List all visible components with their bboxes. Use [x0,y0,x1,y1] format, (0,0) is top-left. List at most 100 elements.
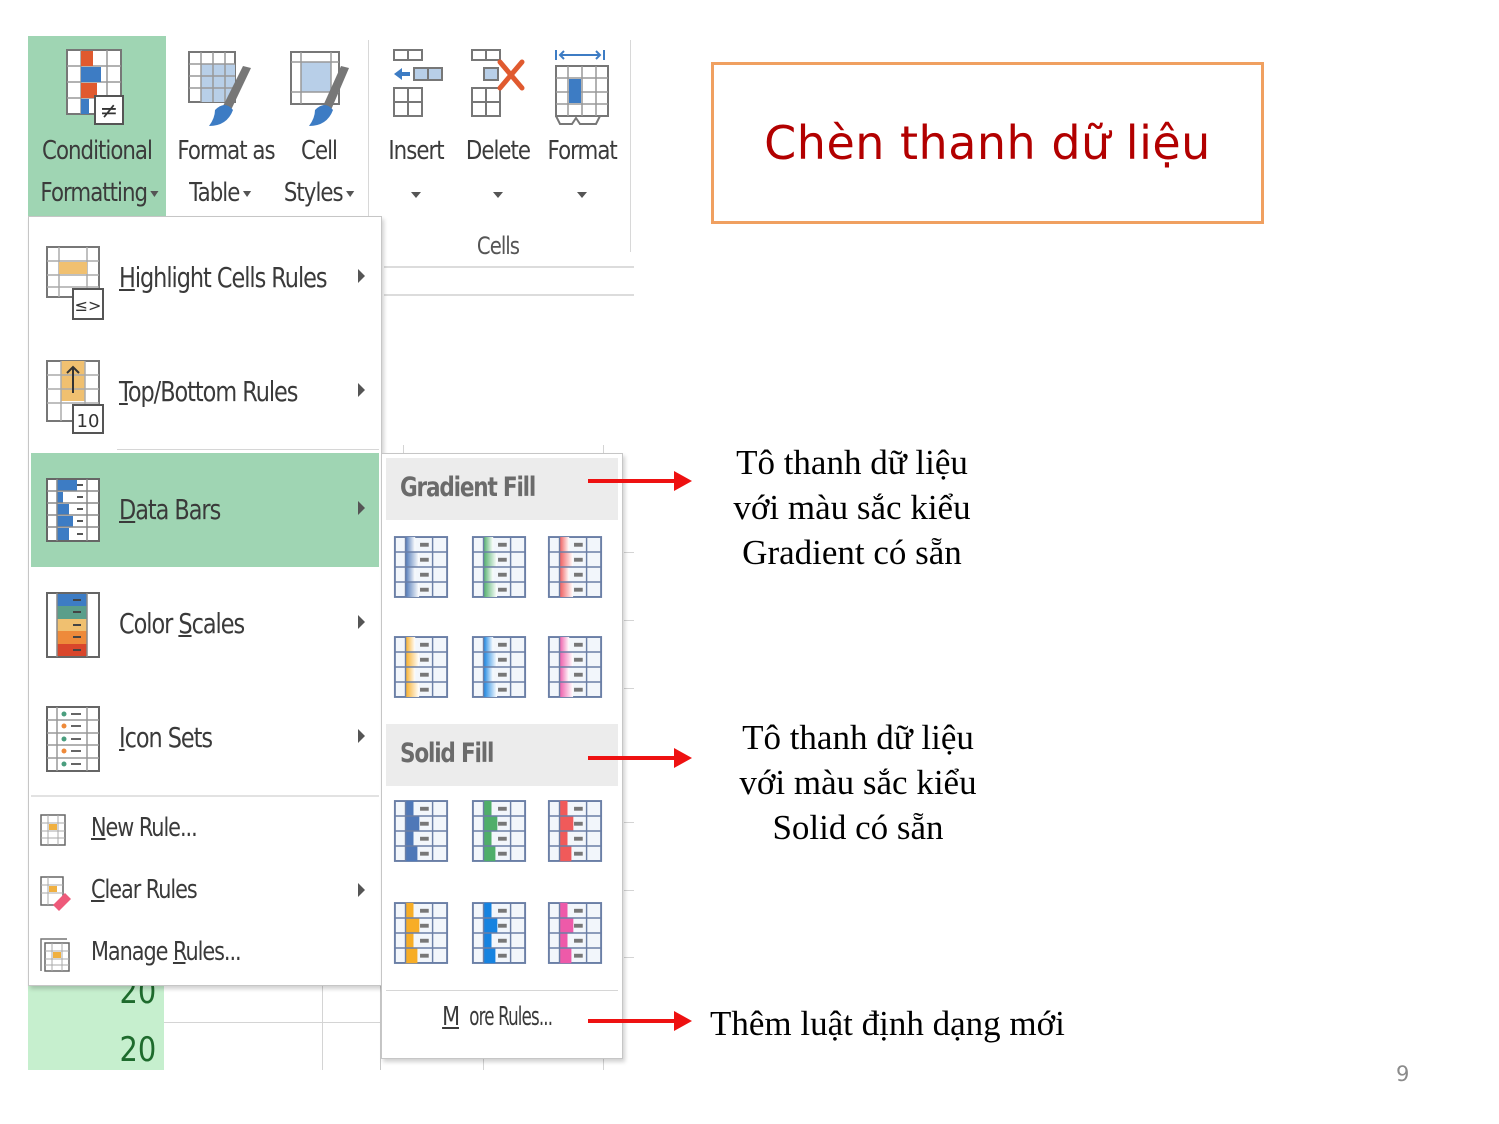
icon-sets-icon [46,706,100,772]
dropdown-caret [458,178,538,209]
color-scales-icon [46,592,100,658]
grid-line [603,1058,604,1070]
solid-fill-green-swatch[interactable] [470,798,528,864]
button-label: Cell [301,136,338,166]
svg-text:≤>: ≤> [75,296,102,315]
grid-line [624,552,634,553]
gradient-fill-blue-swatch[interactable] [392,534,450,600]
solid-fill-purple-swatch[interactable] [546,900,604,966]
conditional-formatting-button[interactable]: ≠ Conditional Formatting [28,36,166,216]
insert-cells-icon [393,49,443,117]
solid-fill-header: Solid Fill [386,724,618,786]
cell-styles-icon [290,51,349,126]
note-line: với màu sắc kiểu [733,488,971,527]
menu-item-label: Clear Rules [91,875,198,905]
menu-item-label: Data Bars [119,493,221,526]
submenu-arrow-icon [358,729,365,743]
dropdown-caret-icon [411,192,421,199]
format-cells-icon [555,50,609,125]
button-label: Delete [465,136,531,166]
menu-item-new-rule[interactable]: New Rule... [31,799,379,859]
format-button[interactable]: Format [540,36,624,216]
menu-item-highlight-cells-rules[interactable]: ≤> Highlight Cells Rules [31,221,379,333]
grid-line [322,980,323,1070]
delete-cells-icon [471,49,525,117]
solid-fill-blue-swatch[interactable] [392,798,450,864]
solid-fill-note: Tô thanh dữ liệu với màu sắc kiểu Solid … [706,715,1010,850]
new-rule-icon [40,814,66,846]
gradient-fill-light-blue-swatch[interactable] [470,634,528,700]
data-bars-submenu: Gradient Fill Solid Fill More Rules... [381,453,623,1059]
menu-item-top-bottom-rules[interactable]: 10 Top/Bottom Rules [31,335,379,447]
menu-item-icon-sets[interactable]: Icon Sets [31,681,379,793]
solid-fill-orange-swatch[interactable] [392,900,450,966]
menu-item-data-bars[interactable]: Data Bars [31,453,379,567]
grid-line [624,688,634,689]
solid-fill-red-swatch[interactable] [546,798,604,864]
formula-bar-border [384,294,634,296]
submenu-arrow-icon [358,501,365,515]
menu-separator [31,795,379,797]
arrow-right-icon [588,748,692,768]
grid-line [624,620,634,621]
menu-item-clear-rules[interactable]: Clear Rules [31,861,379,921]
top-bottom-icon: 10 [46,360,104,434]
cell-styles-button[interactable]: Cell Styles [276,36,362,216]
solid-fill-light-blue-swatch[interactable] [470,900,528,966]
dropdown-caret [540,178,624,209]
note-line: Solid có sẵn [772,808,944,847]
section-title: Gradient Fill [400,472,536,503]
menu-separator [117,449,379,450]
insert-button[interactable]: Insert [380,36,452,216]
dropdown-caret-icon [150,190,159,197]
highlight-cells-icon: ≤> [46,246,104,320]
grid-line [483,1058,484,1070]
submenu-arrow-icon [358,383,365,397]
menu-separator [386,990,618,991]
highlighted-column[interactable]: 20 20 [28,972,164,1070]
dropdown-caret-icon [577,192,587,199]
button-label: Styles [284,178,355,208]
menu-item-manage-rules[interactable]: Manage Rules... [31,923,379,983]
more-rules-button[interactable]: More Rules... [382,1002,622,1032]
button-label: Conditional [42,136,153,166]
button-label: Formatting [40,178,159,208]
dropdown-caret [380,178,452,209]
clear-rules-icon [40,876,71,911]
gradient-fill-header: Gradient Fill [386,458,618,520]
note-line: Gradient có sẵn [742,533,962,572]
note-line: với màu sắc kiểu [739,763,977,802]
gradient-fill-green-swatch[interactable] [470,534,528,600]
gradient-fill-red-swatch[interactable] [546,534,604,600]
gradient-fill-purple-swatch[interactable] [546,634,604,700]
note-line: Tô thanh dữ liệu [736,443,968,482]
note-line: Tô thanh dữ liệu [742,718,974,757]
cell-value[interactable]: 20 [119,1030,156,1070]
slide-title: Chèn thanh dữ liệu [764,116,1211,170]
button-label: Format [547,136,618,166]
more-rules-note: Thêm luật định dạng mới [710,1004,1065,1043]
format-as-table-button[interactable]: Format as Table [168,36,276,216]
grid-line [164,1022,380,1023]
dropdown-caret-icon [493,192,503,199]
page-number: 9 [1396,1062,1410,1086]
menu-item-color-scales[interactable]: Color Scales [31,567,379,679]
manage-rules-icon [40,938,70,972]
submenu-arrow-icon [358,615,365,629]
gradient-fill-orange-swatch[interactable] [392,634,450,700]
menu-item-label: Color Scales [119,607,245,640]
button-label: Table [177,178,262,208]
ribbon-border [384,266,634,268]
menu-item-label: New Rule... [91,813,198,843]
cells-group-label: Cells [476,232,520,260]
svg-text:10: 10 [77,411,100,432]
section-title: Solid Fill [400,738,494,769]
grid-line [624,822,634,823]
grid-line [624,890,634,891]
delete-button[interactable]: Delete [458,36,538,216]
gradient-fill-note: Tô thanh dữ liệu với màu sắc kiểu Gradie… [700,440,1004,575]
data-bars-icon [46,478,100,542]
submenu-arrow-icon [358,269,365,283]
svg-text:≠: ≠ [100,99,118,124]
slide-title-box: Chèn thanh dữ liệu [711,62,1264,224]
